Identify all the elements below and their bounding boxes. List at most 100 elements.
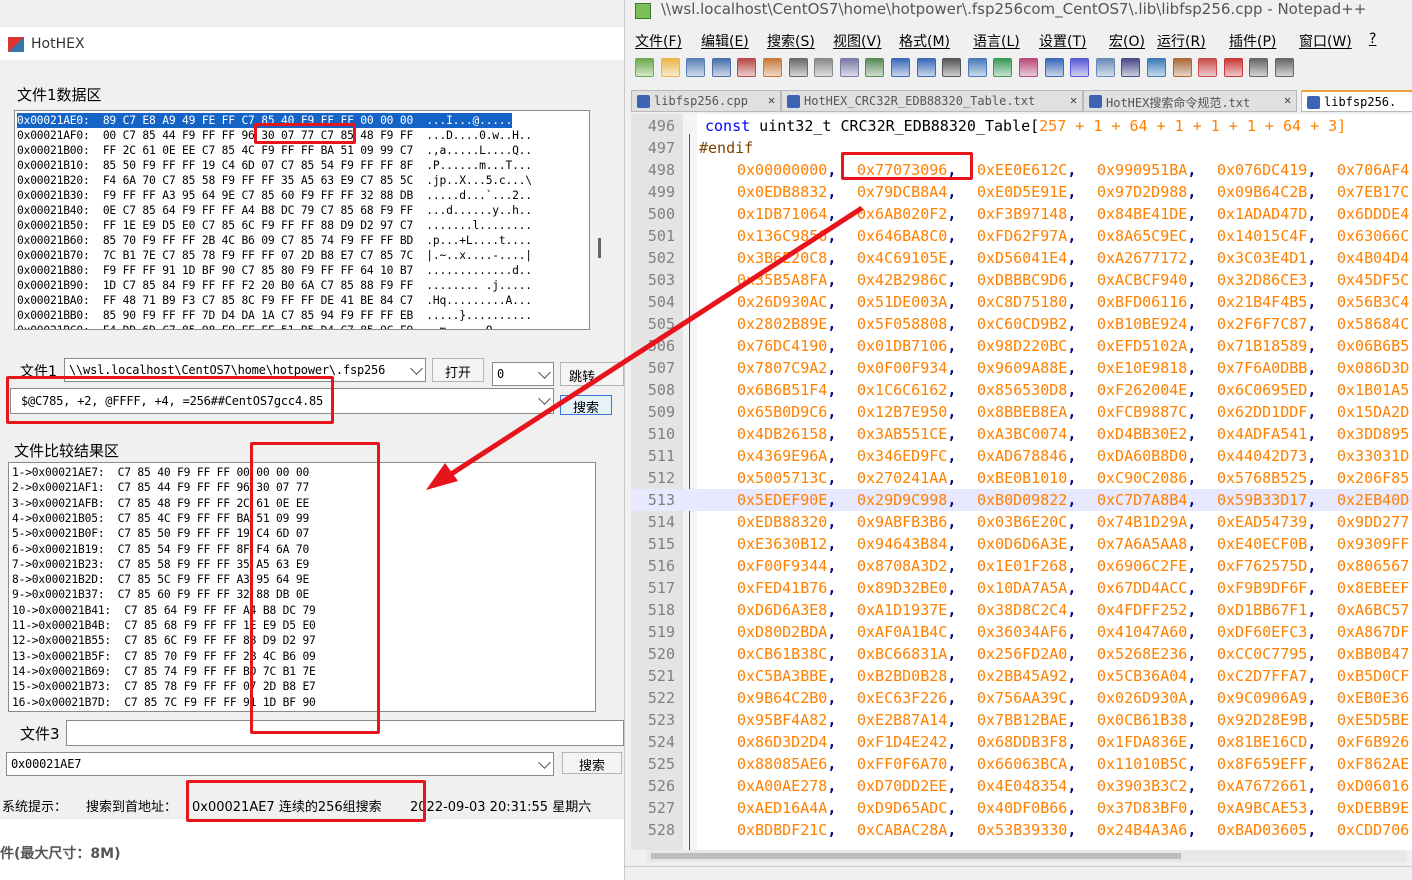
hex-value: 0xD56041E4 bbox=[977, 249, 1068, 267]
crc-table-value: 0x79DCB8A4, bbox=[857, 181, 956, 203]
hex-dump-row[interactable]: 0x00021B50: FF 1E E9 D5 E0 C7 85 6C F9 F… bbox=[17, 218, 532, 233]
hex-dump-row[interactable]: 0x00021BC0: E4 DD 6D C7 85 98 F9 FF FF 5… bbox=[17, 323, 532, 329]
hex-value: 0xF862AE bbox=[1337, 755, 1410, 773]
toolbar-icon[interactable] bbox=[1147, 58, 1166, 77]
toolbar-icon[interactable] bbox=[916, 58, 936, 77]
toolbar-icon[interactable] bbox=[1249, 58, 1269, 77]
comma: , bbox=[1307, 513, 1317, 531]
crc-table-value: 0xCDD706 bbox=[1337, 819, 1409, 841]
chevron-down-icon[interactable] bbox=[538, 756, 551, 769]
toolbar-icon[interactable] bbox=[891, 58, 910, 77]
toolbar-icon[interactable] bbox=[1172, 58, 1192, 77]
comma: , bbox=[1067, 645, 1077, 663]
menu-item[interactable]: ? bbox=[1369, 31, 1376, 47]
menu-item[interactable]: 搜索(S) bbox=[767, 31, 815, 51]
hex-value: 0x32D86CE3 bbox=[1217, 271, 1308, 289]
crc-table-value: 0x9609A88E, bbox=[977, 357, 1076, 379]
hex-dump-row[interactable]: 0x00021B30: F9 FF FF A3 95 64 9E C7 85 6… bbox=[17, 188, 532, 203]
close-icon[interactable]: ✕ bbox=[768, 93, 775, 107]
menu-item[interactable]: 运行(R) bbox=[1157, 31, 1206, 51]
crc-table-value: 0x256FD2A0, bbox=[977, 643, 1076, 665]
hex-dump-row[interactable]: 0x00021BA0: FF 48 71 B9 F3 C7 85 8C F9 F… bbox=[17, 293, 532, 308]
chevron-down-icon[interactable] bbox=[538, 366, 551, 379]
toolbar-icon[interactable] bbox=[1198, 58, 1218, 77]
comma: , bbox=[1307, 469, 1317, 487]
file-tab[interactable]: libfsp256.cpp ✕ bbox=[631, 90, 781, 112]
horizontal-scrollbar[interactable] bbox=[647, 850, 1407, 862]
toolbar-icon[interactable] bbox=[711, 58, 731, 77]
hex-value: 0x53B39330 bbox=[977, 821, 1068, 839]
toolbar-icon[interactable] bbox=[967, 58, 987, 77]
offset-combo[interactable]: 0 bbox=[492, 362, 554, 386]
open-button[interactable]: 打开 bbox=[432, 358, 484, 382]
chevron-down-icon[interactable] bbox=[538, 392, 551, 405]
menu-item[interactable]: 设置(T) bbox=[1039, 31, 1086, 51]
hex-dump-row[interactable]: 0x00021B70: 7C B1 7E C7 85 78 F9 FF FF 0… bbox=[17, 248, 532, 263]
toolbar-icon[interactable] bbox=[1095, 58, 1115, 77]
hex-dump-row[interactable]: 0x00021B60: 85 70 F9 FF FF 2B 4C B6 09 C… bbox=[17, 233, 532, 248]
crc-table-value: 0x026D930A, bbox=[1097, 687, 1196, 709]
horizontal-scrollbar-thumb[interactable] bbox=[651, 853, 1181, 859]
toolbar-icon[interactable] bbox=[788, 58, 808, 77]
search-button[interactable]: 搜索 bbox=[560, 395, 612, 416]
crc-table-value: 0xD1BB67F1, bbox=[1217, 599, 1316, 621]
file-tab[interactable]: libfsp256. bbox=[1301, 90, 1412, 112]
menu-item[interactable]: 宏(O) bbox=[1109, 31, 1145, 51]
hex-value: 0xD9D65ADC bbox=[857, 799, 948, 817]
line-number: 501 bbox=[647, 227, 675, 245]
toolbar-icon[interactable] bbox=[737, 58, 757, 77]
code-line: 513 0x5EDEF90E, 0x29D9C998, 0xB0D09822, 0xC7… bbox=[631, 489, 1412, 511]
menu-item[interactable]: 格式(M) bbox=[899, 31, 950, 51]
toolbar-icon[interactable] bbox=[763, 58, 782, 77]
toolbar-icon[interactable] bbox=[1121, 58, 1141, 77]
toolbar-icon[interactable] bbox=[942, 58, 962, 77]
search-address-button[interactable]: 搜索 bbox=[562, 752, 622, 774]
menu-item[interactable]: 窗口(W) bbox=[1299, 31, 1352, 51]
comma: , bbox=[1187, 249, 1197, 267]
chevron-down-icon[interactable] bbox=[410, 362, 423, 375]
toolbar-icon[interactable] bbox=[839, 58, 859, 77]
comma: , bbox=[1187, 161, 1197, 179]
hex-dump-scrollbar[interactable] bbox=[598, 238, 601, 258]
crc-table-value: 0x8708A3D2, bbox=[857, 555, 956, 577]
hex-dump-row[interactable]: 0x00021BB0: 85 90 F9 FF FF 7D D4 DA 1A C… bbox=[17, 308, 532, 323]
hex-dump-row[interactable]: 0x00021B20: F4 6A 70 C7 85 58 F9 FF FF 3… bbox=[17, 173, 532, 188]
close-icon[interactable]: ✕ bbox=[1070, 93, 1077, 107]
toolbar-icon[interactable] bbox=[865, 58, 885, 77]
toolbar-icon[interactable] bbox=[660, 58, 680, 77]
toolbar-icon[interactable] bbox=[686, 58, 706, 77]
hex-dump-row[interactable]: 0x00021B10: 85 50 F9 FF FF 19 C4 6D 07 C… bbox=[17, 158, 532, 173]
line-number: 516 bbox=[647, 557, 675, 575]
toolbar-icon[interactable] bbox=[1044, 58, 1064, 77]
menu-item[interactable]: 语言(L) bbox=[973, 31, 1020, 51]
hex-dump-row[interactable]: 0x00021B00: FF 2C 61 0E EE C7 85 4C F9 F… bbox=[17, 143, 532, 158]
toolbar-icon[interactable] bbox=[635, 58, 654, 77]
jump-button[interactable]: 跳转 bbox=[560, 362, 624, 386]
toolbar-icon[interactable] bbox=[1223, 58, 1243, 77]
crc-table-value: 0xE0D5E91E, bbox=[977, 181, 1076, 203]
hex-value: 0xEAD54739 bbox=[1217, 513, 1308, 531]
menu-item[interactable]: 编辑(E) bbox=[701, 31, 749, 51]
toolbar-icon[interactable] bbox=[993, 58, 1013, 77]
line-number: 509 bbox=[647, 403, 675, 421]
code-editor[interactable]: 496 const uint32_t CRC32R_EDB88320_Table[… bbox=[631, 114, 1412, 850]
hex-dump-row[interactable]: 0x00021B80: F9 FF FF 91 1D BF 90 C7 85 8… bbox=[17, 263, 532, 278]
hex-dump-row[interactable]: 0x00021B40: 0E C7 85 64 F9 FF FF A4 B8 D… bbox=[17, 203, 532, 218]
toolbar-icon[interactable] bbox=[814, 58, 834, 77]
crc-table-value: 0x35B5A8FA, bbox=[737, 269, 836, 291]
menu-item[interactable]: 视图(V) bbox=[833, 31, 882, 51]
close-icon[interactable]: ✕ bbox=[1284, 93, 1291, 107]
toolbar-icon[interactable] bbox=[1275, 58, 1294, 77]
menu-item[interactable]: 插件(P) bbox=[1229, 31, 1276, 51]
crc-table-value: 0x63066C bbox=[1337, 225, 1409, 247]
hex-dump-row[interactable]: 0x00021B90: 1D C7 85 84 F9 FF FF F2 20 B… bbox=[17, 278, 532, 293]
menu-item[interactable]: 文件(F) bbox=[635, 31, 682, 51]
file-tab[interactable]: HotHEX_CRC32R_EDB88320_Table.txt ✕ bbox=[781, 90, 1083, 112]
comma: , bbox=[1187, 315, 1197, 333]
toolbar-icon[interactable] bbox=[1019, 58, 1038, 77]
toolbar-icon[interactable] bbox=[1070, 58, 1090, 77]
file-tab[interactable]: HotHEX搜索命令规范.txt ✕ bbox=[1083, 90, 1297, 112]
crc-table-value: 0x6AB020F2, bbox=[857, 203, 956, 225]
address-combo[interactable]: 0x00021AE7 bbox=[6, 752, 554, 776]
comma: , bbox=[1067, 183, 1077, 201]
